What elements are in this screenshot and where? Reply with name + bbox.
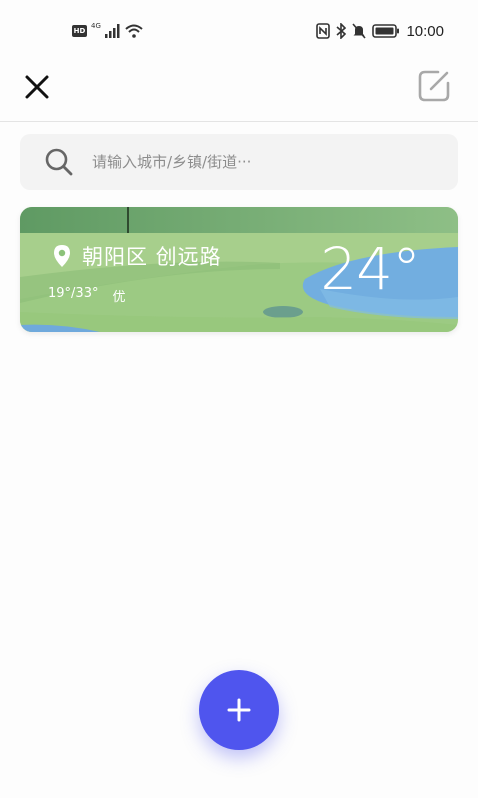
location-pin-icon	[54, 245, 70, 267]
nfc-icon	[316, 23, 331, 39]
weather-card[interactable]: 朝阳区 创远路 19°/33° 优 24°	[20, 207, 458, 332]
bluetooth-icon	[336, 23, 347, 39]
battery-icon	[372, 24, 400, 38]
add-city-button[interactable]	[199, 670, 279, 750]
mute-icon	[352, 23, 367, 39]
card-temp-range: 19°/33° 优	[48, 286, 125, 305]
search-icon	[45, 148, 73, 176]
close-icon	[25, 75, 49, 99]
close-button[interactable]	[22, 72, 52, 102]
search-bar[interactable]	[20, 134, 458, 190]
temp-range-text: 19°/33°	[48, 286, 99, 301]
status-time: 10:00	[406, 22, 444, 40]
status-left: HD 4G	[72, 22, 143, 40]
wifi-icon	[125, 24, 143, 38]
signal-icon	[104, 24, 120, 38]
card-location: 朝阳区 创远路	[52, 241, 222, 271]
search-input[interactable]	[92, 153, 412, 171]
location-name: 朝阳区 创远路	[82, 245, 222, 269]
air-quality-text: 优	[112, 290, 126, 305]
plus-icon	[227, 698, 251, 722]
status-right: 10:00	[316, 21, 444, 41]
top-bar	[0, 60, 478, 122]
edit-button[interactable]	[416, 68, 452, 104]
screen: HD 4G 10:00 请输入城市/乡镇/街道··· 朝阳区 创远路 19°/3…	[0, 0, 478, 798]
current-temperature: 24°	[320, 235, 421, 303]
hd-icon: HD	[72, 25, 87, 37]
edit-icon	[418, 70, 450, 102]
status-bar: HD 4G 10:00	[0, 0, 478, 60]
network-gen-label: 4G	[91, 22, 101, 30]
